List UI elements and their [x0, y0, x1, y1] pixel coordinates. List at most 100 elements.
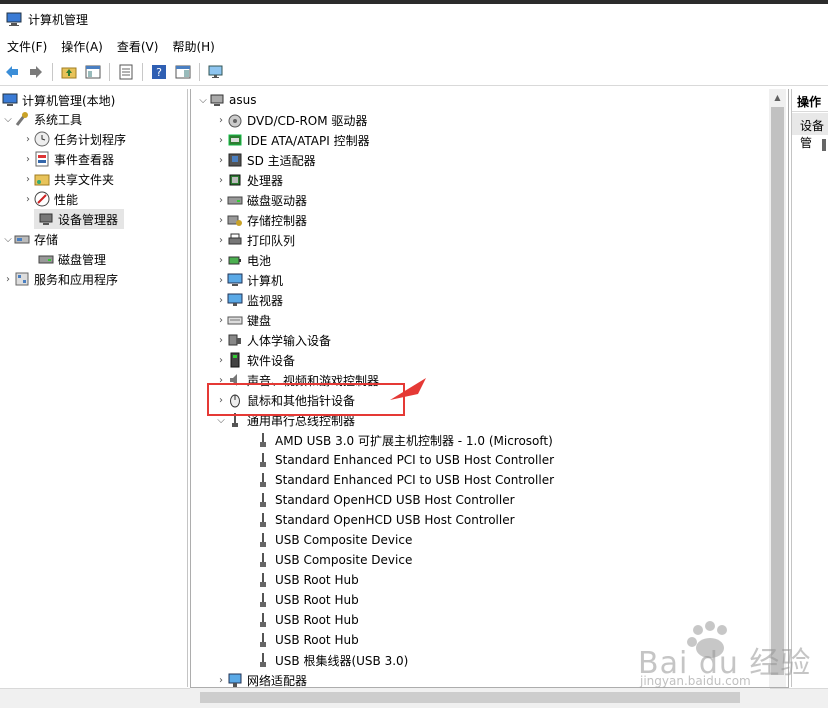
- scrollbar-thumb[interactable]: [771, 107, 784, 675]
- chevron-down-icon[interactable]: ⌵: [2, 229, 14, 249]
- device-category-keyboards[interactable]: › 键盘: [215, 310, 271, 330]
- tree-node-performance[interactable]: › 性能: [22, 189, 78, 209]
- menu-file[interactable]: 文件(F): [0, 36, 54, 58]
- event-viewer-icon: [35, 151, 49, 167]
- device-category-disk-drives[interactable]: › 磁盘驱动器: [215, 190, 307, 210]
- chevron-right-icon[interactable]: ›: [215, 130, 227, 150]
- back-button[interactable]: [2, 62, 22, 82]
- tree-node-system-tools[interactable]: ⌵ 系统工具: [2, 109, 82, 129]
- computer-icon: [227, 273, 243, 286]
- chevron-right-icon[interactable]: ›: [22, 189, 34, 209]
- device-category-monitors[interactable]: › 监视器: [215, 290, 283, 310]
- printer-icon: [228, 233, 242, 245]
- chevron-right-icon[interactable]: ›: [215, 310, 227, 330]
- device-category-label: 存储控制器: [247, 213, 308, 228]
- chevron-right-icon[interactable]: ›: [215, 290, 227, 310]
- usb-device-item[interactable]: USB Composite Device: [255, 530, 412, 550]
- usb-device-item[interactable]: Standard OpenHCD USB Host Controller: [255, 490, 515, 510]
- disk-drive-icon: [227, 196, 243, 205]
- device-root-asus[interactable]: ⌵ asus: [197, 90, 256, 110]
- horizontal-scrollbar[interactable]: [190, 688, 770, 707]
- show-action-pane-button[interactable]: [173, 62, 193, 82]
- chevron-right-icon[interactable]: ›: [22, 129, 34, 149]
- properties-button[interactable]: [116, 62, 136, 82]
- hscroll-thumb[interactable]: [200, 692, 740, 703]
- usb-device-item[interactable]: USB Root Hub: [255, 590, 359, 610]
- folder-up-icon: [61, 67, 77, 79]
- actions-section-device-manager[interactable]: 设备管: [792, 113, 828, 150]
- menu-help[interactable]: 帮助(H): [165, 36, 221, 58]
- device-category-software-devices[interactable]: › 软件设备: [215, 350, 295, 370]
- device-category-print-queues[interactable]: › 打印队列: [215, 230, 295, 250]
- chevron-right-icon[interactable]: ›: [22, 149, 34, 169]
- usb-device-item[interactable]: USB Root Hub: [255, 610, 359, 630]
- chevron-right-icon[interactable]: ›: [215, 250, 227, 270]
- vertical-scrollbar[interactable]: ▲: [769, 89, 786, 687]
- device-category-sd-adapter[interactable]: › SD 主适配器: [215, 150, 316, 170]
- chevron-right-icon[interactable]: ›: [215, 270, 227, 290]
- device-category-dvd[interactable]: › DVD/CD-ROM 驱动器: [215, 110, 367, 130]
- usb-device-label: USB Composite Device: [275, 553, 413, 567]
- chevron-right-icon[interactable]: ›: [22, 169, 34, 189]
- up-folder-button[interactable]: [59, 62, 79, 82]
- tree-node-shared-folders[interactable]: › 共享文件夹: [22, 169, 114, 189]
- chevron-down-icon[interactable]: ⌵: [197, 90, 209, 110]
- usb-device-label: USB Root Hub: [275, 633, 359, 647]
- device-category-batteries[interactable]: › 电池: [215, 250, 271, 270]
- show-hide-tree-button[interactable]: [83, 62, 103, 82]
- device-category-label: DVD/CD-ROM 驱动器: [247, 113, 368, 128]
- device-category-network[interactable]: › 网络适配器: [215, 670, 307, 687]
- usb-plug-icon: [260, 593, 266, 607]
- usb-device-item[interactable]: USB Root Hub: [255, 570, 359, 590]
- usb-device-item[interactable]: Standard Enhanced PCI to USB Host Contro…: [255, 470, 554, 490]
- tree-node-storage[interactable]: ⌵ 存储: [2, 229, 58, 249]
- tools-icon: [15, 112, 28, 126]
- chevron-right-icon[interactable]: ›: [2, 269, 14, 289]
- help-button[interactable]: ?: [149, 62, 169, 82]
- forward-button[interactable]: [26, 62, 46, 82]
- chevron-right-icon[interactable]: ›: [215, 190, 227, 210]
- device-category-storage-controllers[interactable]: › 存储控制器: [215, 210, 307, 230]
- usb-device-item[interactable]: AMD USB 3.0 可扩展主机控制器 - 1.0 (Microsoft): [255, 430, 553, 450]
- keyboard-icon: [227, 316, 243, 325]
- device-category-label: 软件设备: [247, 353, 296, 368]
- tree-node-services-apps[interactable]: › 服务和应用程序: [2, 269, 118, 289]
- processor-icon: [229, 174, 241, 186]
- device-category-label: 监视器: [247, 293, 284, 308]
- menu-view[interactable]: 查看(V): [110, 36, 166, 58]
- scroll-up-arrow-icon[interactable]: ▲: [769, 89, 786, 106]
- device-category-processor[interactable]: › 处理器: [215, 170, 283, 190]
- chevron-right-icon[interactable]: ›: [215, 670, 227, 687]
- chevron-right-icon[interactable]: ›: [215, 110, 227, 130]
- chevron-right-icon[interactable]: ›: [215, 230, 227, 250]
- chevron-right-icon[interactable]: ›: [215, 330, 227, 350]
- chevron-right-icon[interactable]: ›: [215, 170, 227, 190]
- usb-device-label: Standard Enhanced PCI to USB Host Contro…: [275, 473, 555, 487]
- tree-node-root[interactable]: 计算机管理(本地): [2, 90, 115, 110]
- device-category-hid[interactable]: › 人体学输入设备: [215, 330, 331, 350]
- tree-node-task-scheduler[interactable]: › 任务计划程序: [22, 129, 126, 149]
- tree-node-disk-management[interactable]: 磁盘管理: [38, 249, 106, 269]
- device-category-ide[interactable]: › IDE ATA/ATAPI 控制器: [215, 130, 370, 150]
- chevron-right-icon[interactable]: ›: [215, 350, 227, 370]
- tree-label-disk-management: 磁盘管理: [58, 252, 107, 267]
- chevron-down-icon[interactable]: ⌵: [2, 109, 14, 129]
- device-category-label: 键盘: [247, 313, 272, 328]
- usb-device-item[interactable]: USB Root Hub: [255, 630, 359, 650]
- tree-node-device-manager[interactable]: 设备管理器: [34, 209, 124, 229]
- menu-action[interactable]: 操作(A): [54, 36, 110, 58]
- usb-plug-icon: [260, 493, 266, 507]
- usb-device-label: USB Composite Device: [275, 533, 413, 547]
- usb-device-item[interactable]: USB 根集线器(USB 3.0): [255, 650, 408, 670]
- usb-device-item[interactable]: USB Composite Device: [255, 550, 412, 570]
- scan-hardware-button[interactable]: [206, 62, 226, 82]
- device-category-computer[interactable]: › 计算机: [215, 270, 283, 290]
- storage-controller-icon: [227, 215, 242, 226]
- chevron-right-icon[interactable]: ›: [215, 210, 227, 230]
- chevron-right-icon[interactable]: ›: [215, 150, 227, 170]
- usb-device-item[interactable]: Standard Enhanced PCI to USB Host Contro…: [255, 450, 554, 470]
- software-device-icon: [230, 352, 240, 368]
- device-category-label: 计算机: [247, 273, 284, 288]
- usb-device-item[interactable]: Standard OpenHCD USB Host Controller: [255, 510, 515, 530]
- tree-node-event-viewer[interactable]: › 事件查看器: [22, 149, 114, 169]
